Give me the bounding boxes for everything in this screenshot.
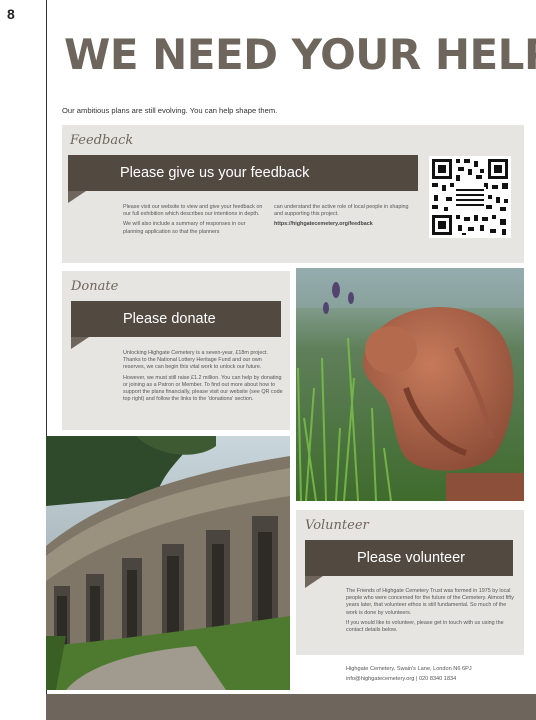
feedback-column-1: Please visit our website to view and giv…	[123, 204, 265, 239]
donate-paragraph-1: Unlocking Highgate Cemetery is a seven-y…	[123, 350, 269, 371]
feedback-paragraph-3: can understand the active role of local …	[274, 204, 409, 218]
contact-email-phone[interactable]: info@highgatecemetery.org | 020 8340 183…	[346, 674, 472, 684]
donate-paragraph-2: However, we must still raise £1.2 millio…	[123, 374, 283, 403]
feedback-paragraph-2: We will also include a summary of respon…	[123, 221, 246, 235]
donate-ribbon: Please donate	[71, 301, 281, 337]
volunteer-ribbon: Please volunteer	[305, 540, 513, 576]
page-heading: WE NEED YOUR HELP	[64, 30, 536, 79]
feedback-ribbon-fold	[68, 191, 86, 203]
donate-body: Unlocking Highgate Cemetery is a seven-y…	[123, 350, 283, 406]
contact-address: Highgate Cemetery, Swain's Lane, London …	[346, 666, 472, 672]
volunteer-paragraph-1: The Friends of Highgate Cemetery Trust w…	[346, 588, 514, 616]
catacomb-photo	[46, 436, 290, 690]
volunteer-ribbon-fold	[305, 576, 323, 588]
volunteer-section-title: Volunteer	[305, 518, 369, 533]
page-number: 8	[7, 6, 15, 22]
sculpture-photo	[296, 268, 524, 501]
qr-code[interactable]	[429, 156, 511, 238]
feedback-paragraph-1: Please visit our website to view and giv…	[123, 204, 263, 218]
donate-section-title: Donate	[71, 279, 119, 294]
feedback-url-link[interactable]: https://highgatecemetery.org/feedback	[274, 221, 373, 227]
intro-text: Our ambitious plans are still evolving. …	[62, 106, 278, 115]
volunteer-body: The Friends of Highgate Cemetery Trust w…	[346, 588, 514, 637]
feedback-section-title: Feedback	[70, 133, 134, 148]
contact-details: Highgate Cemetery, Swain's Lane, London …	[346, 664, 472, 684]
feedback-column-2: can understand the active role of local …	[274, 204, 414, 232]
donate-ribbon-fold	[71, 337, 89, 349]
footer-bar	[46, 694, 536, 720]
feedback-ribbon: Please give us your feedback	[68, 155, 418, 191]
qr-code-graphic	[429, 156, 511, 238]
volunteer-paragraph-2: If you would like to volunteer, please g…	[346, 619, 504, 634]
